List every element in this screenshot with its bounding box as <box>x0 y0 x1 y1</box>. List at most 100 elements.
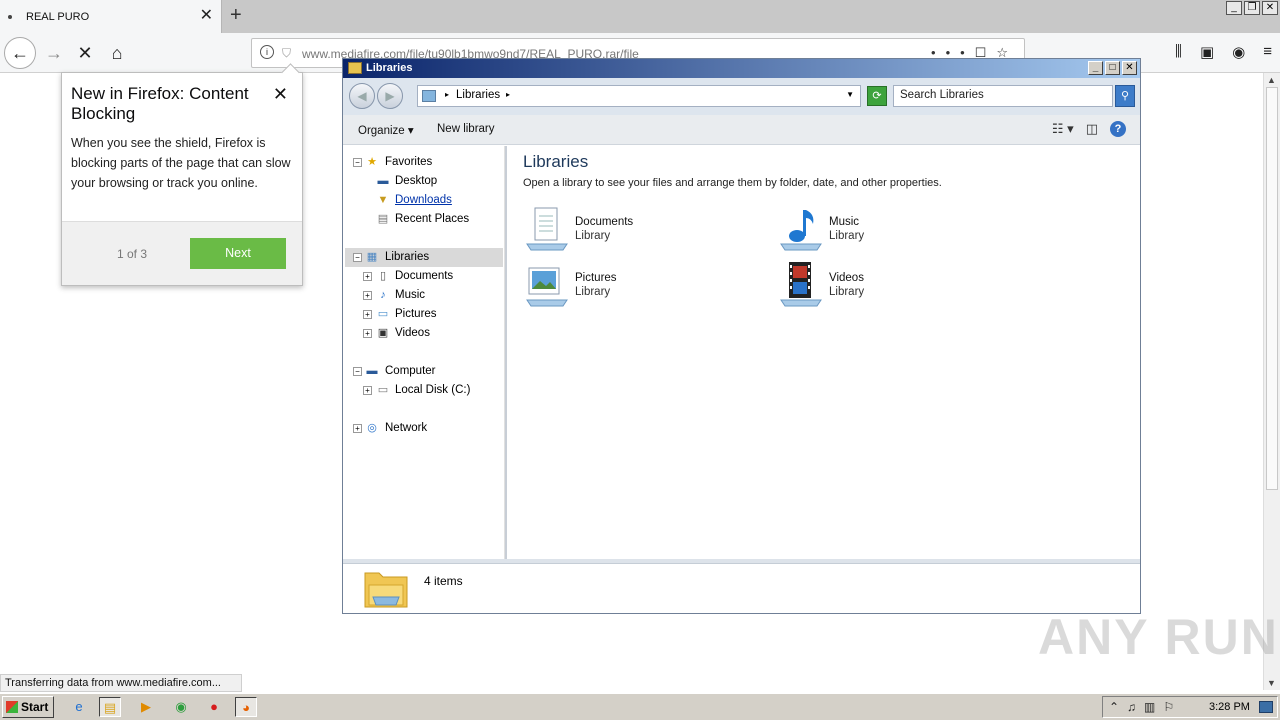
scroll-up-icon[interactable]: ▲ <box>1267 75 1276 85</box>
show-desktop-icon[interactable] <box>1259 701 1273 713</box>
sidebar-icon[interactable]: ▣ <box>1200 43 1214 61</box>
content-subtitle: Open a library to see your files and arr… <box>523 177 942 189</box>
window-controls: _ ❐ ✕ <box>1226 1 1278 15</box>
restore-button[interactable]: ❐ <box>1244 1 1260 15</box>
expand-icon[interactable]: + <box>363 329 372 338</box>
explorer-title-bar[interactable]: Libraries _ □ ✕ <box>343 59 1140 78</box>
shield-icon[interactable]: ⛉ <box>282 46 291 61</box>
library-documents[interactable]: Documents Library <box>523 206 763 256</box>
clock[interactable]: 3:28 PM <box>1209 701 1250 713</box>
next-button[interactable]: Next <box>190 238 286 269</box>
change-view-icon[interactable]: ☷ ▾ <box>1052 121 1074 137</box>
expand-icon[interactable]: + <box>363 386 372 395</box>
address-bar[interactable]: ▸ Libraries ▸ ▼ <box>417 85 861 107</box>
libraries-icon: ▦ <box>366 251 378 263</box>
info-icon[interactable]: i <box>260 45 274 59</box>
tab-title: REAL PURO <box>26 10 90 23</box>
tray-icons[interactable]: ⌃♫▥⚐ <box>1109 700 1182 714</box>
close-tab-icon[interactable]: ✕ <box>200 8 213 24</box>
new-library-button[interactable]: New library <box>437 123 495 135</box>
library-music[interactable]: Music Library <box>777 206 1017 256</box>
minimize-button[interactable]: _ <box>1226 1 1242 15</box>
help-icon[interactable]: ? <box>1110 121 1126 137</box>
nav-pictures[interactable]: + ▭ Pictures <box>345 305 503 324</box>
loading-dot-icon <box>8 14 12 19</box>
firefox-icon[interactable]: ◕ <box>235 697 257 717</box>
nav-videos[interactable]: + ▣ Videos <box>345 324 503 343</box>
star-icon: ★ <box>367 156 377 168</box>
new-tab-button[interactable]: + <box>230 5 242 25</box>
menu-icon[interactable]: ≡ <box>1263 43 1272 61</box>
nav-desktop[interactable]: ▬ Desktop <box>345 172 503 191</box>
browser-status: Transferring data from www.mediafire.com… <box>0 674 242 692</box>
search-icon[interactable]: ⚲ <box>1115 85 1135 107</box>
account-icon[interactable]: ◉ <box>1232 43 1245 61</box>
collapse-icon[interactable]: − <box>353 253 362 262</box>
nav-documents[interactable]: + ▯ Documents <box>345 267 503 286</box>
stop-button[interactable]: ✕ <box>69 37 101 69</box>
organize-button[interactable]: Organize ▾ <box>358 123 414 137</box>
explorer-title: Libraries <box>366 62 413 74</box>
system-tray: ⌃♫▥⚐ 3:28 PM <box>1102 696 1278 718</box>
scroll-down-icon[interactable]: ▼ <box>1267 678 1276 688</box>
explorer-window: Libraries _ □ ✕ ◀ ▶ ▸ Libraries ▸ ▼ ⟳ Se… <box>342 58 1141 614</box>
explorer-maximize-button[interactable]: □ <box>1105 61 1120 75</box>
collapse-icon[interactable]: − <box>353 367 362 376</box>
breadcrumb-arrow-icon[interactable]: ▸ <box>506 90 510 99</box>
browser-tab[interactable]: REAL PURO ✕ <box>0 0 222 33</box>
nav-computer[interactable]: − ▬ Computer <box>345 362 503 381</box>
popup-body: When you see the shield, Firefox is bloc… <box>71 136 291 190</box>
content-heading: Libraries <box>523 152 589 171</box>
explorer-icon[interactable]: ▤ <box>99 697 121 717</box>
page-scrollbar[interactable]: ▲ ▼ <box>1263 73 1280 690</box>
address-dropdown-icon[interactable]: ▼ <box>846 90 854 99</box>
recent-places-icon: ▤ <box>377 213 389 225</box>
library-videos[interactable]: Videos Library <box>777 262 1017 312</box>
downloads-icon: ▼ <box>377 194 389 206</box>
network-icon: ◎ <box>367 422 377 434</box>
opera-icon[interactable]: ● <box>203 697 225 717</box>
chrome-icon[interactable]: ◉ <box>170 697 192 717</box>
refresh-icon[interactable]: ⟳ <box>867 86 887 106</box>
start-button[interactable]: Start <box>2 696 54 718</box>
home-button[interactable]: ⌂ <box>101 37 133 69</box>
expand-icon[interactable]: + <box>363 291 372 300</box>
expand-icon[interactable]: + <box>363 310 372 319</box>
forward-button[interactable]: → <box>38 37 70 69</box>
explorer-close-button[interactable]: ✕ <box>1122 61 1137 75</box>
scroll-thumb[interactable] <box>1266 87 1278 490</box>
library-pictures[interactable]: Pictures Library <box>523 262 763 312</box>
explorer-minimize-button[interactable]: _ <box>1088 61 1103 75</box>
close-window-button[interactable]: ✕ <box>1262 1 1278 15</box>
nav-music[interactable]: + ♪ Music <box>345 286 503 305</box>
library-icon[interactable]: ⫼ <box>1175 43 1182 61</box>
expand-icon[interactable]: + <box>353 424 362 433</box>
popup-close-icon[interactable]: ✕ <box>273 84 288 105</box>
search-input[interactable]: Search Libraries <box>893 85 1113 107</box>
collapse-icon[interactable]: − <box>353 158 362 167</box>
desktop-icon: ▬ <box>377 175 389 187</box>
details-pane: 4 items <box>343 563 1140 613</box>
libraries-content: Libraries Open a library to see your fil… <box>507 146 1140 559</box>
nav-libraries[interactable]: − ▦ Libraries <box>345 248 503 267</box>
expand-icon[interactable]: + <box>363 272 372 281</box>
popup-footer: 1 of 3 Next <box>62 221 302 285</box>
nav-downloads[interactable]: ▼ Downloads <box>345 191 503 210</box>
breadcrumb-arrow-icon[interactable]: ▸ <box>445 90 449 99</box>
nav-favorites[interactable]: − ★ Favorites <box>345 153 503 172</box>
pictures-icon: ▭ <box>377 308 389 320</box>
nav-recent-places[interactable]: ▤ Recent Places <box>345 210 503 229</box>
preview-pane-icon[interactable]: ◫ <box>1086 121 1098 137</box>
media-player-icon[interactable]: ▶ <box>135 697 157 717</box>
documents-library-icon <box>526 207 568 251</box>
address-text[interactable]: Libraries <box>456 89 500 101</box>
explorer-forward-button[interactable]: ▶ <box>377 83 403 109</box>
nav-local-disk[interactable]: + ▭ Local Disk (C:) <box>345 381 503 400</box>
tab-bar: REAL PURO ✕ + _ ❐ ✕ <box>0 0 1280 33</box>
nav-network[interactable]: + ◎ Network <box>345 419 503 438</box>
ie-icon[interactable]: e <box>68 697 90 717</box>
back-button[interactable]: ← <box>4 37 36 69</box>
explorer-back-button[interactable]: ◀ <box>349 83 375 109</box>
explorer-address-row: ◀ ▶ ▸ Libraries ▸ ▼ ⟳ Search Libraries ⚲ <box>343 78 1140 115</box>
libraries-icon <box>422 90 436 102</box>
